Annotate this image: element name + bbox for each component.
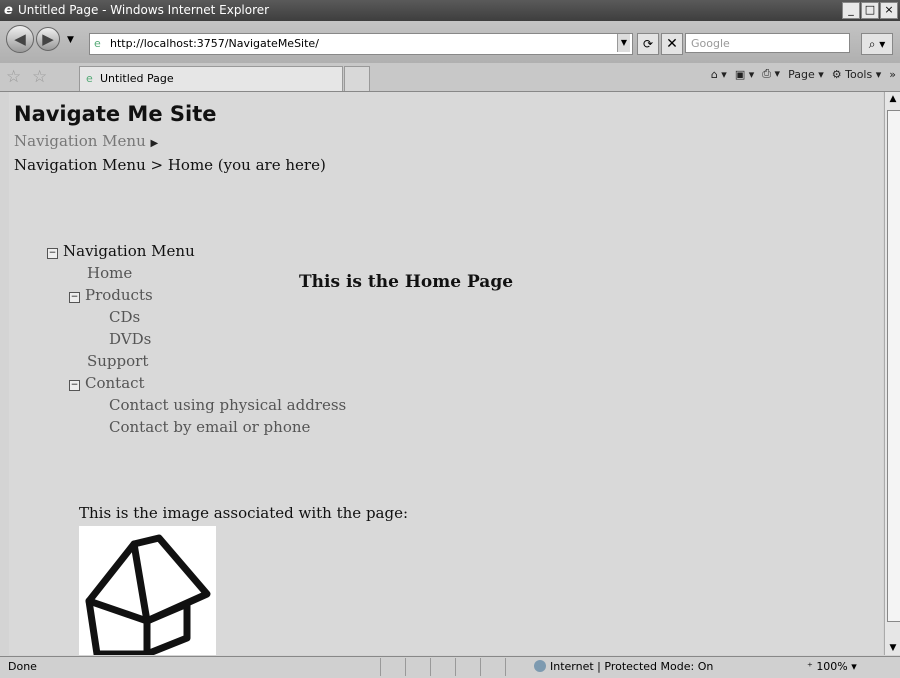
maximize-button[interactable]: □ — [861, 2, 879, 19]
house-icon — [85, 534, 211, 655]
tools-menu-label: Tools — [845, 67, 873, 81]
collapse-icon[interactable]: − — [69, 380, 80, 391]
command-bar: ⌂ ▾ ▣ ▾ ⎙ ▾ Page ▾ ⚙ Tools ▾ » — [711, 67, 896, 81]
tree-node-contact-physical[interactable]: Contact using physical address — [109, 396, 346, 414]
navigation-menu[interactable]: Navigation Menu ▶ — [14, 132, 158, 150]
security-zone[interactable]: Internet | Protected Mode: On — [534, 660, 713, 673]
status-bar: Done Internet | Protected Mode: On ⁺ 100… — [0, 656, 900, 678]
feeds-icon[interactable]: ▣ ▾ — [735, 68, 754, 81]
home-icon[interactable]: ⌂ ▾ — [711, 68, 727, 81]
tree-products-label[interactable]: Products — [85, 286, 153, 304]
scrollbar-track[interactable] — [887, 110, 900, 622]
tree-contact-label[interactable]: Contact — [85, 374, 145, 392]
window-title: Untitled Page - Windows Internet Explore… — [18, 3, 270, 17]
page-content: Navigate Me Site Navigation Menu ▶ Navig… — [9, 92, 883, 655]
breadcrumb: Navigation Menu > Home (you are here) — [14, 156, 326, 174]
search-input[interactable]: Google — [685, 33, 850, 53]
tree-node-contact-email[interactable]: Contact by email or phone — [109, 418, 310, 436]
print-icon[interactable]: ⎙ ▾ — [762, 67, 780, 81]
close-button[interactable]: × — [880, 2, 898, 19]
new-tab-button[interactable] — [344, 66, 370, 91]
tree-node-products: − Products — [69, 286, 153, 304]
zoom-level-label: 100% — [816, 660, 848, 673]
tree-node-cds[interactable]: CDs — [109, 308, 140, 326]
tree-node-root: − Navigation Menu — [47, 242, 195, 260]
navigation-menu-label: Navigation Menu — [14, 132, 146, 150]
tree-node-home[interactable]: Home — [87, 264, 132, 282]
site-title: Navigate Me Site — [14, 102, 217, 126]
tree-node-dvds[interactable]: DVDs — [109, 330, 151, 348]
tools-menu[interactable]: ⚙ Tools ▾ — [832, 68, 882, 81]
globe-icon — [534, 660, 546, 672]
scroll-up-arrow-icon[interactable]: ▲ — [885, 94, 900, 104]
security-zone-label: Internet | Protected Mode: On — [550, 660, 714, 673]
scroll-down-arrow-icon[interactable]: ▼ — [885, 643, 900, 653]
tree-node-contact: − Contact — [69, 374, 145, 392]
tab-label: Untitled Page — [100, 72, 174, 85]
ie-logo-icon: e — [4, 3, 13, 18]
title-bar: e Untitled Page - Windows Internet Explo… — [0, 0, 900, 21]
back-button[interactable]: ◀ — [6, 25, 34, 53]
address-url: http://localhost:3757/NavigateMeSite/ — [110, 37, 319, 50]
add-favorites-icon[interactable]: ☆ — [32, 67, 47, 87]
page-menu[interactable]: Page ▾ — [788, 68, 824, 81]
forward-button[interactable]: ▶ — [36, 27, 60, 51]
tab-page-icon: e — [86, 72, 93, 85]
stop-button[interactable]: ✕ — [661, 33, 683, 55]
page-heading: This is the Home Page — [299, 272, 514, 292]
minimize-button[interactable]: _ — [842, 2, 860, 19]
collapse-icon[interactable]: − — [47, 248, 58, 259]
image-caption: This is the image associated with the pa… — [79, 504, 409, 522]
house-image — [79, 526, 216, 655]
page-menu-label: Page — [788, 67, 815, 81]
tab-untitled-page[interactable]: e Untitled Page — [79, 66, 343, 91]
address-dropdown-button[interactable]: ▼ — [617, 34, 630, 52]
menu-arrow-icon: ▶ — [150, 138, 159, 149]
refresh-button[interactable]: ⟳ — [637, 33, 659, 55]
search-button[interactable]: ⌕ ▾ — [861, 33, 893, 55]
collapse-icon[interactable]: − — [69, 292, 80, 303]
vertical-scrollbar[interactable]: ▲ ▼ — [884, 92, 900, 655]
status-cells — [380, 658, 530, 676]
more-chevron-icon[interactable]: » — [889, 68, 896, 81]
tree-root-label: Navigation Menu — [63, 242, 195, 260]
tree-node-support[interactable]: Support — [87, 352, 148, 370]
address-input[interactable]: e http://localhost:3757/NavigateMeSite/ — [89, 33, 633, 55]
recent-pages-dropdown-icon[interactable]: ▼ — [67, 35, 74, 45]
favorites-bar: ☆ ☆ e Untitled Page ⌂ ▾ ▣ ▾ ⎙ ▾ Page ▾ ⚙… — [0, 63, 900, 92]
zoom-level[interactable]: ⁺ 100% ▾ — [807, 660, 857, 673]
favorites-star-icon[interactable]: ☆ — [6, 67, 21, 87]
status-text: Done — [8, 660, 37, 673]
page-icon: e — [94, 37, 101, 50]
window-controls: _ □ × — [842, 2, 898, 19]
address-bar-area: ◀ ▶ ▼ e http://localhost:3757/NavigateMe… — [0, 21, 900, 63]
